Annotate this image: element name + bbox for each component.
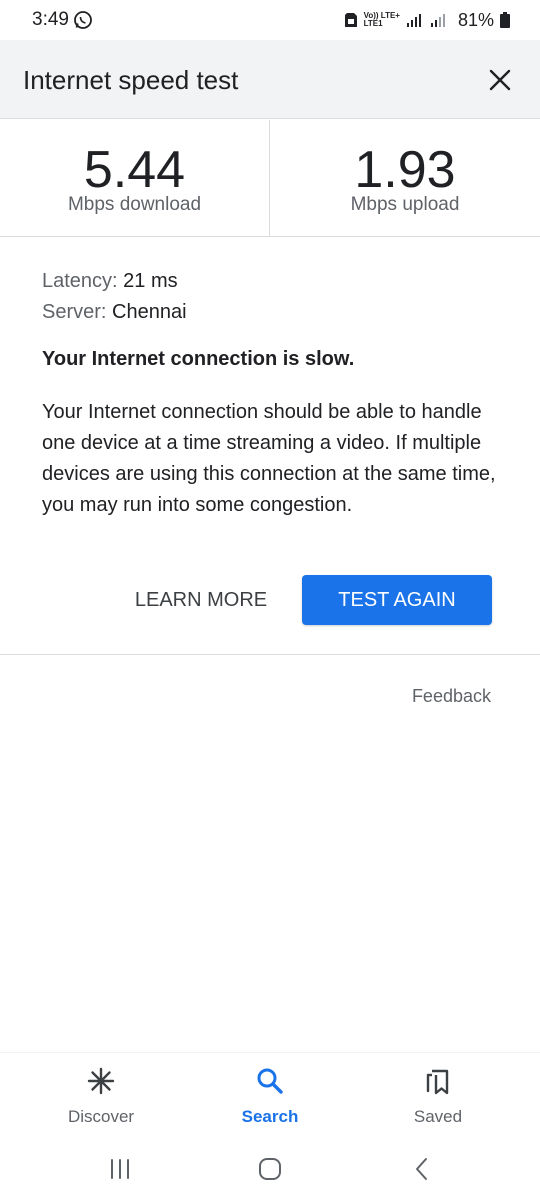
nav-saved[interactable]: Saved — [378, 1065, 498, 1135]
asterisk-icon — [87, 1067, 115, 1095]
server-value: Chennai — [112, 301, 187, 323]
nav-search[interactable]: Search — [210, 1065, 330, 1135]
latency-label: Latency: — [42, 270, 118, 292]
back-icon — [416, 1158, 427, 1180]
latency-value: 21 ms — [123, 270, 178, 292]
home-button[interactable] — [250, 1154, 290, 1184]
battery-level: 81% — [457, 9, 494, 30]
connection-verdict: Your Internet connection is slow. — [42, 348, 355, 370]
test-again-button[interactable]: TEST AGAIN — [302, 575, 492, 625]
close-icon — [489, 69, 511, 91]
battery-icon — [500, 12, 510, 28]
whatsapp-icon — [74, 11, 92, 29]
nav-saved-label: Saved — [413, 1107, 463, 1126]
page-title: Internet speed test — [23, 65, 239, 95]
speed-results: 5.44 Mbps download 1.93 Mbps upload — [0, 120, 540, 237]
download-unit: Mbps download — [67, 194, 202, 215]
sim-icon — [344, 13, 357, 27]
nav-discover[interactable]: Discover — [41, 1065, 161, 1135]
nav-search-label: Search — [241, 1107, 299, 1126]
divider — [0, 654, 540, 655]
header: Internet speed test — [0, 40, 540, 119]
connection-description: Your Internet connection should be able … — [42, 401, 496, 516]
signal-icon — [406, 14, 421, 27]
bookmarks-icon — [426, 1069, 449, 1095]
server-label: Server: — [42, 301, 107, 323]
home-icon — [259, 1158, 281, 1180]
feedback-link[interactable]: Feedback — [412, 686, 491, 707]
upload-result: 1.93 Mbps upload — [270, 120, 540, 236]
download-speed: 5.44 — [83, 141, 186, 199]
upload-speed: 1.93 — [354, 141, 456, 199]
download-result: 5.44 Mbps download — [0, 120, 270, 236]
status-time: 3:49 — [32, 9, 69, 30]
latency-row: Latency: 21 ms — [42, 266, 502, 297]
upload-unit: Mbps upload — [350, 194, 460, 215]
back-button[interactable] — [402, 1154, 442, 1184]
recent-apps-icon — [111, 1159, 129, 1179]
network-type: Vo)) LTE+ LTE1 — [364, 12, 400, 28]
nav-discover-label: Discover — [67, 1107, 135, 1126]
network-type-bottom: LTE1 — [363, 19, 383, 28]
recent-apps-button[interactable] — [100, 1154, 140, 1184]
signal-icon-sim2 — [430, 14, 445, 27]
learn-more-button[interactable]: LEARN MORE — [118, 576, 284, 625]
connection-details: Latency: 21 ms Server: Chennai — [42, 266, 502, 328]
status-bar: 3:49 Vo)) LTE+ LTE1 81% — [0, 0, 540, 40]
bottom-navigation: Discover Search Saved — [0, 1052, 540, 1142]
close-button[interactable] — [480, 60, 520, 100]
server-row: Server: Chennai — [42, 297, 502, 328]
status-icons: Vo)) LTE+ LTE1 81% — [344, 8, 510, 32]
system-navigation — [0, 1142, 540, 1200]
search-icon — [257, 1068, 283, 1094]
